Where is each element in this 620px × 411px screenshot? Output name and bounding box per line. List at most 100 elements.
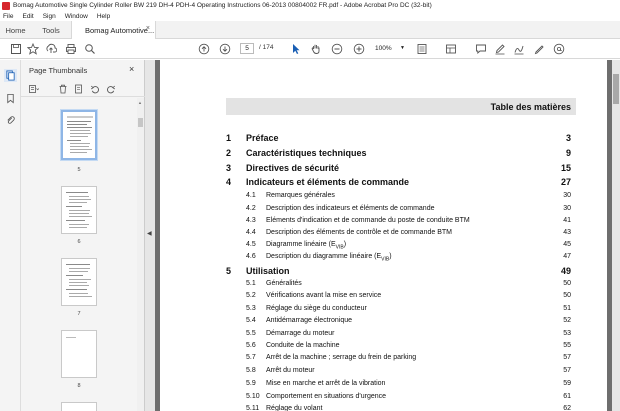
toc-title: Eléments d'indication et de commande du … bbox=[266, 217, 470, 224]
toc-section-row[interactable]: 5.8 Arrêt du moteur 57 bbox=[226, 367, 576, 377]
toc-title: Comportement en situations d'urgence bbox=[266, 393, 387, 400]
scroll-mode-icon[interactable] bbox=[444, 42, 457, 55]
toc-section-row[interactable]: 5.9 Mise en marche et arrêt de la vibrati… bbox=[226, 380, 576, 390]
toc-chapter-row[interactable]: 5 Utilisation 49 bbox=[226, 266, 576, 278]
toc-title: Utilisation bbox=[246, 266, 290, 276]
thumbnails-scrollbar[interactable]: ▲ bbox=[137, 98, 144, 411]
draw-freehand-icon[interactable] bbox=[512, 42, 525, 55]
tab-document[interactable]: Bomag Automotive... × bbox=[71, 21, 156, 39]
toc-number: 5.2 bbox=[246, 292, 256, 299]
toc-section-row[interactable]: 4.4 Description des éléments de contrôle … bbox=[226, 229, 576, 239]
page-thumbnails-icon[interactable] bbox=[4, 69, 17, 82]
toc-title: Remarques générales bbox=[266, 192, 335, 199]
toc-chapter-row[interactable]: 2 Caractéristiques techniques 9 bbox=[226, 148, 576, 160]
toc-section-row[interactable]: 4.6 Description du diagramme linéaire (EV… bbox=[226, 253, 576, 263]
share-email-icon[interactable] bbox=[552, 42, 565, 55]
scroll-up-icon[interactable]: ▲ bbox=[138, 100, 142, 105]
page-thumbnail[interactable] bbox=[61, 186, 97, 234]
zoom-level-value: 100% bbox=[375, 45, 392, 52]
comment-icon[interactable] bbox=[474, 42, 487, 55]
options-menu-icon[interactable] bbox=[28, 83, 39, 94]
page-thumbnails-panel: Page Thumbnails × 5 6 7 8 ▲ bbox=[21, 60, 145, 411]
toc-page-number: 45 bbox=[563, 241, 571, 248]
menu-edit[interactable]: Edit bbox=[22, 13, 33, 20]
page-number-input[interactable]: 5 bbox=[240, 43, 254, 54]
panel-collapse-handle[interactable]: ◀ bbox=[145, 60, 155, 411]
toc-section-row[interactable]: 5.11 Réglage du volant 62 bbox=[226, 405, 576, 411]
close-icon[interactable]: × bbox=[129, 64, 134, 74]
toc-title-subscript: VIB bbox=[381, 256, 390, 263]
toc-page-number: 30 bbox=[563, 192, 571, 199]
toc-chapter-row[interactable]: 4 Indicateurs et éléments de commande 27 bbox=[226, 177, 576, 189]
menu-file[interactable]: File bbox=[3, 13, 13, 20]
page-thumbnail[interactable] bbox=[60, 109, 98, 161]
toc-number: 4.6 bbox=[246, 253, 256, 260]
sign-icon[interactable] bbox=[532, 42, 545, 55]
zoom-level-select[interactable]: 100% ▼ bbox=[375, 43, 405, 54]
upload-icon[interactable] bbox=[44, 42, 57, 55]
toc-number: 5.7 bbox=[246, 354, 256, 361]
zoom-out-icon[interactable] bbox=[330, 42, 343, 55]
scrollbar-thumb[interactable] bbox=[138, 118, 143, 127]
toc-title: Vérifications avant la mise en service bbox=[266, 292, 382, 299]
next-page-icon[interactable] bbox=[218, 42, 231, 55]
tab-home[interactable]: Home bbox=[0, 21, 31, 39]
toc-section-row[interactable]: 5.3 Réglage du siège du conducteur 51 bbox=[226, 305, 576, 315]
find-icon[interactable] bbox=[83, 42, 96, 55]
window-title: Bomag Automotive Single Cylinder Roller … bbox=[13, 2, 432, 9]
hand-tool-icon[interactable] bbox=[309, 42, 322, 55]
bookmarks-icon[interactable] bbox=[4, 92, 17, 105]
document-scrollbar[interactable] bbox=[612, 60, 620, 411]
toc-section-row[interactable]: 4.5 Diagramme linéaire (EVIB) 45 bbox=[226, 241, 576, 251]
tab-document-label: Bomag Automotive... bbox=[85, 25, 155, 35]
toc-chapter-row[interactable]: 3 Directives de sécurité 15 bbox=[226, 163, 576, 175]
toc-number: 5.4 bbox=[246, 317, 256, 324]
print-icon[interactable] bbox=[64, 42, 77, 55]
toc-section-row[interactable]: 5.4 Antidémarrage électronique 52 bbox=[226, 317, 576, 327]
tab-tools[interactable]: Tools bbox=[31, 21, 71, 39]
toc-section-row[interactable]: 4.3 Eléments d'indication et de commande … bbox=[226, 217, 576, 227]
toc-section-row[interactable]: 5.7 Arrêt de la machine ; serrage du frei… bbox=[226, 354, 576, 364]
scrollbar-thumb[interactable] bbox=[613, 74, 619, 104]
panel-title: Page Thumbnails bbox=[29, 66, 88, 75]
attachments-icon[interactable] bbox=[4, 114, 17, 127]
toc-section-row[interactable]: 5.2 Vérifications avant la mise en servic… bbox=[226, 292, 576, 302]
toc-title: Réglage du volant bbox=[266, 405, 323, 411]
toc-number: 4.2 bbox=[246, 205, 256, 212]
rotate-counterclockwise-icon[interactable] bbox=[89, 83, 100, 94]
toc-title: Préface bbox=[246, 133, 279, 143]
toc-number: 4.5 bbox=[246, 241, 256, 248]
toc-title: Description des éléments de contrôle et … bbox=[266, 229, 452, 236]
trash-icon[interactable] bbox=[57, 83, 68, 94]
menu-window[interactable]: Window bbox=[65, 13, 88, 20]
highlight-pen-icon[interactable] bbox=[493, 42, 506, 55]
select-cursor-icon[interactable] bbox=[289, 42, 302, 55]
menu-help[interactable]: Help bbox=[97, 13, 110, 20]
toc-number: 4.3 bbox=[246, 217, 256, 224]
toc-chapter-row[interactable]: 1 Préface 3 bbox=[226, 133, 576, 145]
toc-page-number: 43 bbox=[563, 229, 571, 236]
menu-sign[interactable]: Sign bbox=[43, 13, 56, 20]
save-icon[interactable] bbox=[9, 42, 22, 55]
toc-section-row[interactable]: 4.2 Description des indicateurs et élémen… bbox=[226, 205, 576, 215]
page-thumbnail[interactable] bbox=[61, 258, 97, 306]
toc-page-number: 27 bbox=[560, 177, 571, 187]
toc-section-row[interactable]: 5.6 Conduite de la machine 55 bbox=[226, 342, 576, 352]
panel-header: Page Thumbnails × bbox=[21, 60, 145, 78]
page-thumbnail[interactable] bbox=[61, 330, 97, 378]
rotate-clockwise-icon[interactable] bbox=[105, 83, 116, 94]
bookmark-star-icon[interactable] bbox=[26, 42, 39, 55]
page-properties-icon[interactable] bbox=[73, 83, 84, 94]
zoom-in-icon[interactable] bbox=[352, 42, 365, 55]
page-display-icon[interactable] bbox=[415, 42, 428, 55]
page-thumbnail[interactable] bbox=[61, 402, 97, 411]
toc-section-row[interactable]: 5.5 Démarrage du moteur 53 bbox=[226, 330, 576, 340]
toc-section-row[interactable]: 4.1 Remarques générales 30 bbox=[226, 192, 576, 202]
toc-title: Indicateurs et éléments de commande bbox=[246, 177, 410, 187]
document-view: Table des matières 1 Préface 3 2 Caractérist… bbox=[155, 60, 620, 411]
pdf-page: Table des matières 1 Préface 3 2 Caractérist… bbox=[160, 60, 607, 411]
toc-section-row[interactable]: 5.1 Généralités 50 bbox=[226, 280, 576, 290]
previous-page-icon[interactable] bbox=[197, 42, 210, 55]
toc-section-row[interactable]: 5.10 Comportement en situations d'urgence… bbox=[226, 393, 576, 403]
tab-close-icon[interactable]: × bbox=[146, 25, 150, 32]
